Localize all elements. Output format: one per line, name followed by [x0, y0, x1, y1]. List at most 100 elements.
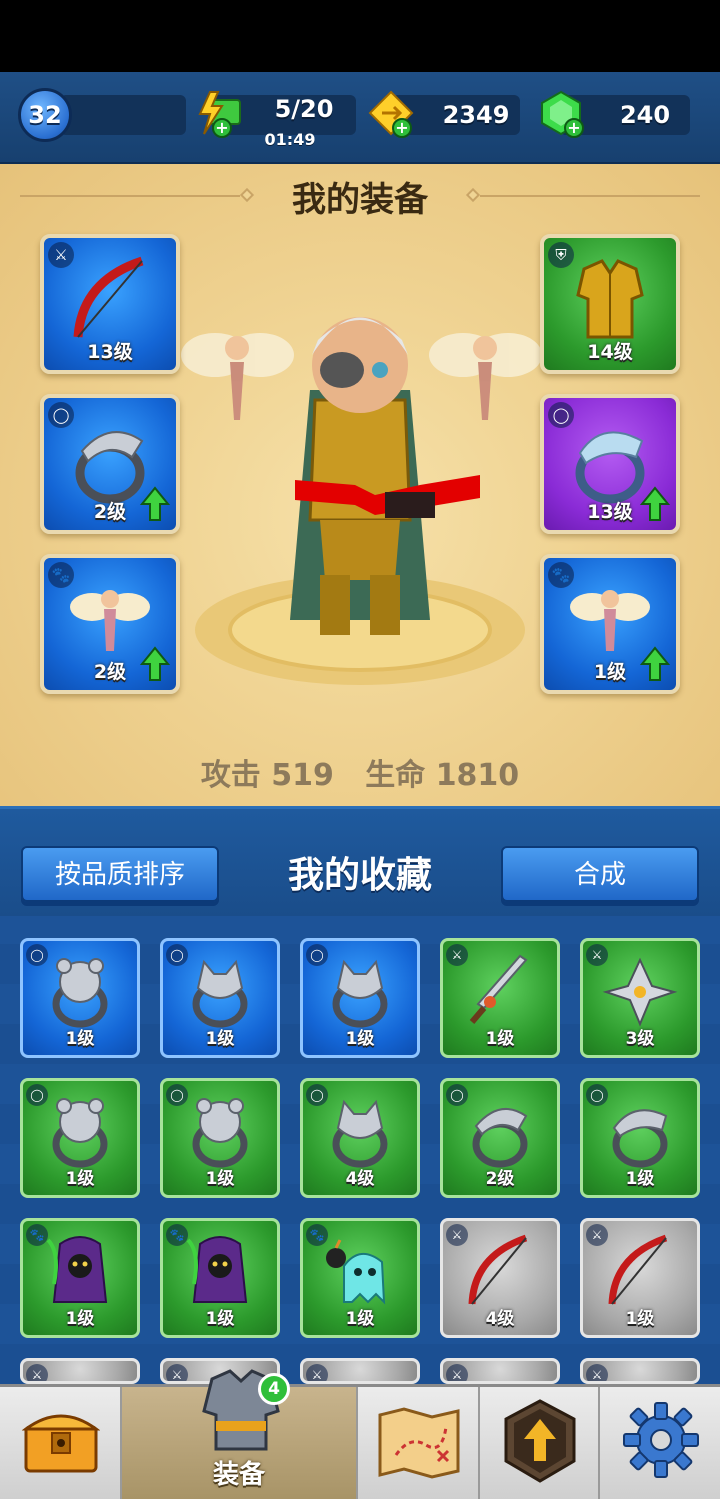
equip-level: 13级	[87, 341, 133, 363]
equipment-title: 我的装备	[292, 180, 428, 220]
equip-slot-armor[interactable]: ⛨ 14级	[540, 234, 680, 374]
equip-slot-ring-1[interactable]: ◯ 2级	[40, 394, 180, 534]
hp-label: 生命	[365, 758, 426, 793]
collection-item-level: 1级	[625, 1169, 655, 1189]
hp-value: 1810	[435, 758, 520, 793]
equip-level: 1级	[593, 661, 627, 683]
add-gold-icon[interactable]: +	[392, 118, 412, 138]
reaper-pet-icon	[46, 1236, 108, 1304]
collection-item-level: 1级	[625, 1309, 655, 1329]
nav-equipment[interactable]: 4 装备	[122, 1369, 358, 1499]
attack-label: 攻击	[200, 758, 261, 793]
gold-value: 2349	[442, 101, 510, 129]
add-energy-icon[interactable]: +	[212, 118, 232, 138]
collection-item[interactable]: ⚔ 3级	[580, 938, 700, 1058]
equip-level: 2级	[93, 501, 127, 523]
nav-shop[interactable]	[0, 1387, 122, 1499]
status-bar-area	[0, 0, 720, 72]
upgrade-arrow-icon	[504, 1399, 576, 1483]
hero-stats: 攻击 519 生命 1810	[0, 750, 720, 794]
collection-item[interactable]: ◯ 4级	[300, 1078, 420, 1198]
ghost-bomb-pet-icon	[326, 1239, 386, 1305]
collection-item-partial[interactable]: ⚔	[20, 1358, 140, 1384]
wolf-ring-icon	[192, 960, 248, 1028]
serpent-ring-icon	[612, 1109, 668, 1168]
hero-display	[181, 317, 540, 685]
xp-bar	[60, 95, 186, 135]
equip-slot-pet-2[interactable]: 🐾 1级	[540, 554, 680, 694]
reaper-pet-icon	[186, 1236, 248, 1304]
equip-level: 13级	[587, 501, 633, 523]
collection-item-partial[interactable]: ⚔	[440, 1358, 560, 1384]
collection-item-level: 4级	[485, 1309, 515, 1329]
nav-settings[interactable]	[600, 1387, 720, 1499]
collection-item[interactable]: ◯ 1级	[20, 938, 140, 1058]
collection-item-partial[interactable]: ⚔	[580, 1358, 700, 1384]
nav-equipment-label: 装备	[212, 1460, 265, 1490]
nav-map[interactable]	[358, 1387, 480, 1499]
bear-ring-icon	[52, 958, 108, 1028]
equip-level: 14级	[587, 341, 633, 363]
nav-talents[interactable]	[480, 1387, 600, 1499]
treasure-map-icon	[378, 1407, 460, 1479]
collection-item[interactable]: ⚔ 4级	[440, 1218, 560, 1338]
add-gem-icon[interactable]: +	[564, 118, 584, 138]
collection-item[interactable]: ⚔ 1级	[440, 938, 560, 1058]
collection-item-level: 1级	[205, 1309, 235, 1329]
collection-item[interactable]: ◯ 1级	[20, 1078, 140, 1198]
attack-value: 519	[271, 758, 334, 793]
collection-item-level: 1级	[205, 1029, 235, 1049]
collection-item[interactable]: 🐾 1级	[160, 1218, 280, 1338]
collection-item[interactable]: ◯ 1级	[300, 938, 420, 1058]
player-level-badge[interactable]: 32	[18, 88, 72, 142]
gear-icon	[623, 1402, 699, 1478]
collection-item[interactable]: ◯ 1级	[160, 938, 280, 1058]
energy-timer: 01:49	[264, 130, 316, 149]
energy-value: 5/20	[274, 95, 334, 123]
weapon-category-icon: ⚔	[446, 1364, 468, 1381]
collection-item[interactable]: ◯ 1级	[160, 1078, 280, 1198]
red-bow-icon	[73, 256, 144, 338]
collection-item-level: 1级	[345, 1309, 375, 1329]
resource-bar: 5/20 2349 240	[0, 72, 720, 164]
collection-item[interactable]: ⚔ 1级	[580, 1218, 700, 1338]
weapon-category-icon: ⚔	[306, 1364, 328, 1381]
shuriken-icon	[602, 957, 678, 1027]
bear-ring-icon	[52, 1098, 108, 1168]
collection-item-level: 4级	[345, 1169, 375, 1189]
bear-ring-icon	[192, 1098, 248, 1168]
merge-button[interactable]: 合成	[501, 846, 699, 902]
collection-item-level: 1级	[485, 1029, 515, 1049]
collection-item-level: 2级	[485, 1169, 515, 1189]
collection-item-level: 1级	[65, 1169, 95, 1189]
equipment-notification-badge: 4	[258, 1373, 290, 1405]
treasure-chest-icon	[22, 1414, 100, 1473]
weapon-category-icon: ⚔	[586, 1364, 608, 1381]
sort-by-quality-button[interactable]: 按品质排序	[21, 846, 219, 902]
collection-item[interactable]: ◯ 1级	[580, 1078, 700, 1198]
equip-slot-pet-1[interactable]: 🐾 2级	[40, 554, 180, 694]
serrated-sword-icon	[469, 954, 528, 1025]
equip-slot-weapon[interactable]: ⚔ 13级	[40, 234, 180, 374]
equip-level: 2级	[93, 661, 127, 683]
collection-item-level: 1级	[65, 1029, 95, 1049]
collection-item-level: 1级	[65, 1309, 95, 1329]
weapon-category-icon: ⚔	[26, 1364, 48, 1381]
collection-item-level: 1级	[345, 1029, 375, 1049]
red-bow-icon	[608, 1234, 668, 1305]
wolf-ring-icon	[332, 960, 388, 1028]
weapon-category-icon: ⚔	[166, 1364, 188, 1381]
eagle-ring-icon	[472, 1108, 528, 1168]
gem-value: 240	[619, 101, 671, 129]
collection-item-partial[interactable]: ⚔	[300, 1358, 420, 1384]
wolf-ring-icon	[332, 1100, 388, 1168]
collection-item[interactable]: 🐾 1级	[300, 1218, 420, 1338]
red-bow-icon	[468, 1234, 528, 1305]
collection-item-level: 1级	[205, 1169, 235, 1189]
golden-armor-icon	[576, 258, 644, 339]
collection-item-level: 3级	[625, 1029, 655, 1049]
collection-item[interactable]: ◯ 2级	[440, 1078, 560, 1198]
collection-item[interactable]: 🐾 1级	[20, 1218, 140, 1338]
collection-title: 我的收藏	[287, 855, 432, 896]
equip-slot-ring-2[interactable]: ◯ 13级	[540, 394, 680, 534]
